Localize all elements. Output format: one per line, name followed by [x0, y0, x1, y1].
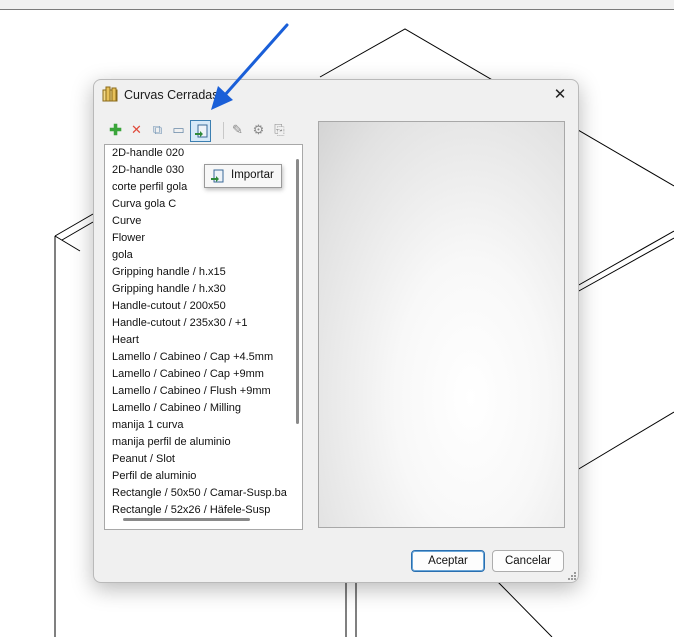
annotation-arrow-icon: [211, 23, 289, 110]
